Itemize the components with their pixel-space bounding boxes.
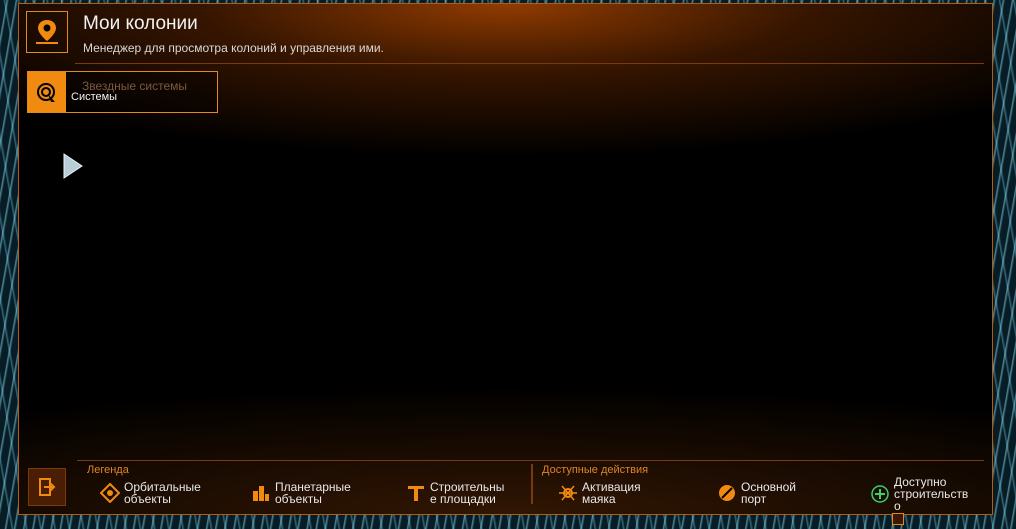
colonies-window: Мои колонии Менеджер для просмотра колон… <box>18 3 993 515</box>
legend-construction: Строительны е площадки <box>405 481 504 505</box>
location-pin-icon <box>26 11 68 53</box>
construction-site-icon <box>405 482 427 504</box>
planetary-icon <box>250 482 272 504</box>
actions-title: Доступные действия <box>542 464 649 476</box>
main-port-icon <box>716 482 738 504</box>
tab-systems[interactable]: Звездные системы Системы <box>27 71 218 113</box>
legend-orbital: Орбитальные объекты <box>99 481 201 505</box>
action-main-port: Основной порт <box>716 481 796 505</box>
legend-title: Легенда <box>87 464 129 476</box>
orbital-icon <box>99 482 121 504</box>
mouse-cursor-icon <box>63 153 83 184</box>
exit-mini-icon[interactable] <box>892 513 904 525</box>
page-subtitle: Менеджер для просмотра колоний и управле… <box>83 41 384 55</box>
legend-planetary: Планетарные объекты <box>250 481 351 505</box>
tab-label: Системы <box>71 91 118 103</box>
exit-button[interactable] <box>28 468 66 506</box>
exit-icon <box>39 478 56 496</box>
footer-section-divider <box>531 464 533 504</box>
footer-divider <box>77 460 984 461</box>
beacon-icon <box>557 482 579 504</box>
header-divider <box>75 63 984 64</box>
action-beacon: Активация маяка <box>557 481 641 505</box>
radar-icon <box>28 72 66 112</box>
action-construction-available: Доступно строительств о <box>869 476 968 512</box>
page-title: Мои колонии <box>83 13 198 34</box>
add-construction-icon <box>869 483 891 505</box>
